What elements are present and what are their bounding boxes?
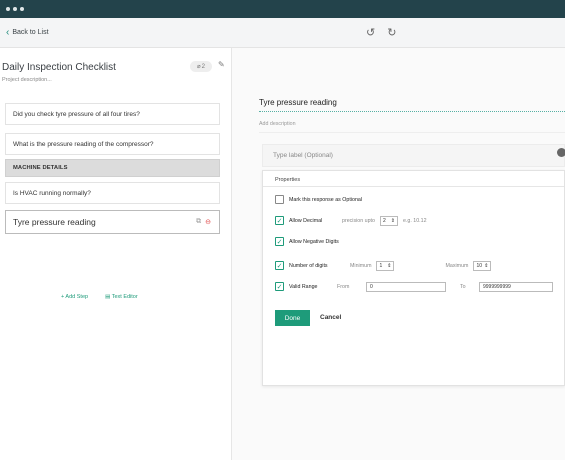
title-underline: [259, 111, 565, 112]
copy-icon[interactable]: ⧉: [196, 218, 201, 226]
range-from-input[interactable]: 0: [366, 282, 446, 292]
checklist-title[interactable]: Daily Inspection Checklist: [2, 62, 116, 73]
properties-panel: Properties Mark this response as Optiona…: [262, 170, 565, 386]
text-editor-button[interactable]: ▤ Text Editor: [105, 294, 138, 300]
step-label: Did you check tyre pressure of all four …: [13, 110, 140, 118]
step-label: Is HVAC running normally?: [13, 189, 91, 197]
range-from-value: 0: [370, 284, 373, 290]
done-button[interactable]: Done: [275, 310, 310, 326]
to-label: To: [460, 284, 466, 290]
add-actions: + Add Step ▤ Text Editor: [61, 294, 138, 300]
number-of-digits-row: ✓ Number of digits Minimum 1 ⇕ Maximum 1…: [275, 260, 492, 271]
undo-redo-group: ↺ ↻: [366, 26, 396, 39]
stepper-arrows-icon: ⇕: [484, 262, 489, 269]
optional-checkbox[interactable]: [275, 195, 284, 204]
back-to-list-link[interactable]: ‹ Back to List: [0, 27, 49, 38]
allow-decimal-row: ✓ Allow Decimal precision upto 2 ⇕ e.g. …: [275, 215, 427, 226]
step-label: Tyre pressure reading: [13, 217, 96, 227]
allow-negative-row: ✓ Allow Negative Digits: [275, 237, 339, 246]
number-of-digits-checkbox[interactable]: ✓: [275, 261, 284, 270]
attachment-badge[interactable]: ⌀ 2: [190, 61, 212, 72]
delete-icon[interactable]: ⊖: [205, 218, 211, 226]
step-item-active[interactable]: Tyre pressure reading ⧉ ⊖: [5, 210, 220, 234]
minimum-stepper[interactable]: 1 ⇕: [376, 260, 395, 271]
minimum-label: Minimum: [350, 262, 372, 269]
divider: [259, 132, 565, 133]
checklist-description[interactable]: Project description...: [2, 77, 52, 83]
precision-label: precision upto: [342, 217, 375, 224]
editor-panel: Tyre pressure reading Add description Ty…: [232, 48, 565, 460]
add-step-button[interactable]: + Add Step: [61, 294, 88, 300]
paperclip-icon: ⌀: [197, 64, 201, 70]
allow-negative-checkbox[interactable]: ✓: [275, 237, 284, 246]
checklist-panel: Daily Inspection Checklist Project descr…: [0, 48, 232, 460]
valid-range-row: ✓ Valid Range From: [275, 282, 349, 291]
cancel-button[interactable]: Cancel: [320, 314, 341, 321]
step-item[interactable]: Did you check tyre pressure of all four …: [5, 103, 220, 125]
question-title[interactable]: Tyre pressure reading: [259, 98, 337, 107]
redo-icon[interactable]: ↻: [387, 26, 396, 39]
allow-negative-label: Allow Negative Digits: [289, 238, 339, 245]
precision-value: 2: [382, 217, 386, 224]
window-control-dot[interactable]: [13, 7, 17, 11]
section-label: MACHINE DETAILS: [13, 165, 68, 171]
properties-header: Properties: [263, 171, 564, 187]
range-to-value: 9999999999: [483, 284, 511, 290]
precision-example: e.g. 10.12: [402, 217, 427, 224]
number-of-digits-label: Number of digits: [289, 262, 328, 269]
settings-icon[interactable]: [557, 148, 565, 157]
window-title-bar: [0, 0, 565, 18]
add-description-field[interactable]: Add description: [259, 121, 296, 127]
stepper-arrows-icon: ⇕: [390, 217, 395, 224]
from-label: From: [337, 283, 350, 290]
pencil-icon[interactable]: ✎: [218, 60, 225, 69]
nav-bar: ‹ Back to List ↺ ↻: [0, 18, 565, 48]
range-to-input[interactable]: 9999999999: [479, 282, 553, 292]
stepper-arrows-icon: ⇕: [387, 262, 392, 269]
text-editor-label: Text Editor: [111, 294, 138, 300]
maximum-stepper[interactable]: 10 ⇕: [473, 260, 492, 271]
maximum-value: 10: [476, 262, 483, 269]
valid-range-checkbox[interactable]: ✓: [275, 282, 284, 291]
precision-stepper[interactable]: 2 ⇕: [379, 215, 398, 226]
optional-row: Mark this response as Optional: [275, 195, 362, 204]
undo-icon[interactable]: ↺: [366, 26, 375, 39]
optional-label: Mark this response as Optional: [289, 196, 363, 203]
window-control-dot[interactable]: [20, 7, 24, 11]
valid-range-label: Valid Range: [289, 283, 318, 290]
allow-decimal-label: Allow Decimal: [289, 217, 323, 224]
step-item[interactable]: What is the pressure reading of the comp…: [5, 133, 220, 155]
maximum-label: Maximum: [445, 262, 469, 269]
type-label-placeholder: Type label (Optional): [273, 152, 333, 159]
window-control-dot[interactable]: [6, 7, 10, 11]
minimum-value: 1: [379, 262, 383, 269]
attachment-count: 2: [201, 63, 205, 70]
step-label: What is the pressure reading of the comp…: [13, 140, 154, 148]
section-header[interactable]: MACHINE DETAILS: [5, 159, 220, 177]
type-label-input[interactable]: Type label (Optional): [262, 144, 565, 167]
allow-decimal-checkbox[interactable]: ✓: [275, 216, 284, 225]
step-item[interactable]: Is HVAC running normally?: [5, 182, 220, 204]
back-to-list-label: Back to List: [12, 29, 49, 36]
chevron-left-icon: ‹: [6, 27, 10, 38]
text-editor-icon: ▤: [105, 294, 111, 300]
